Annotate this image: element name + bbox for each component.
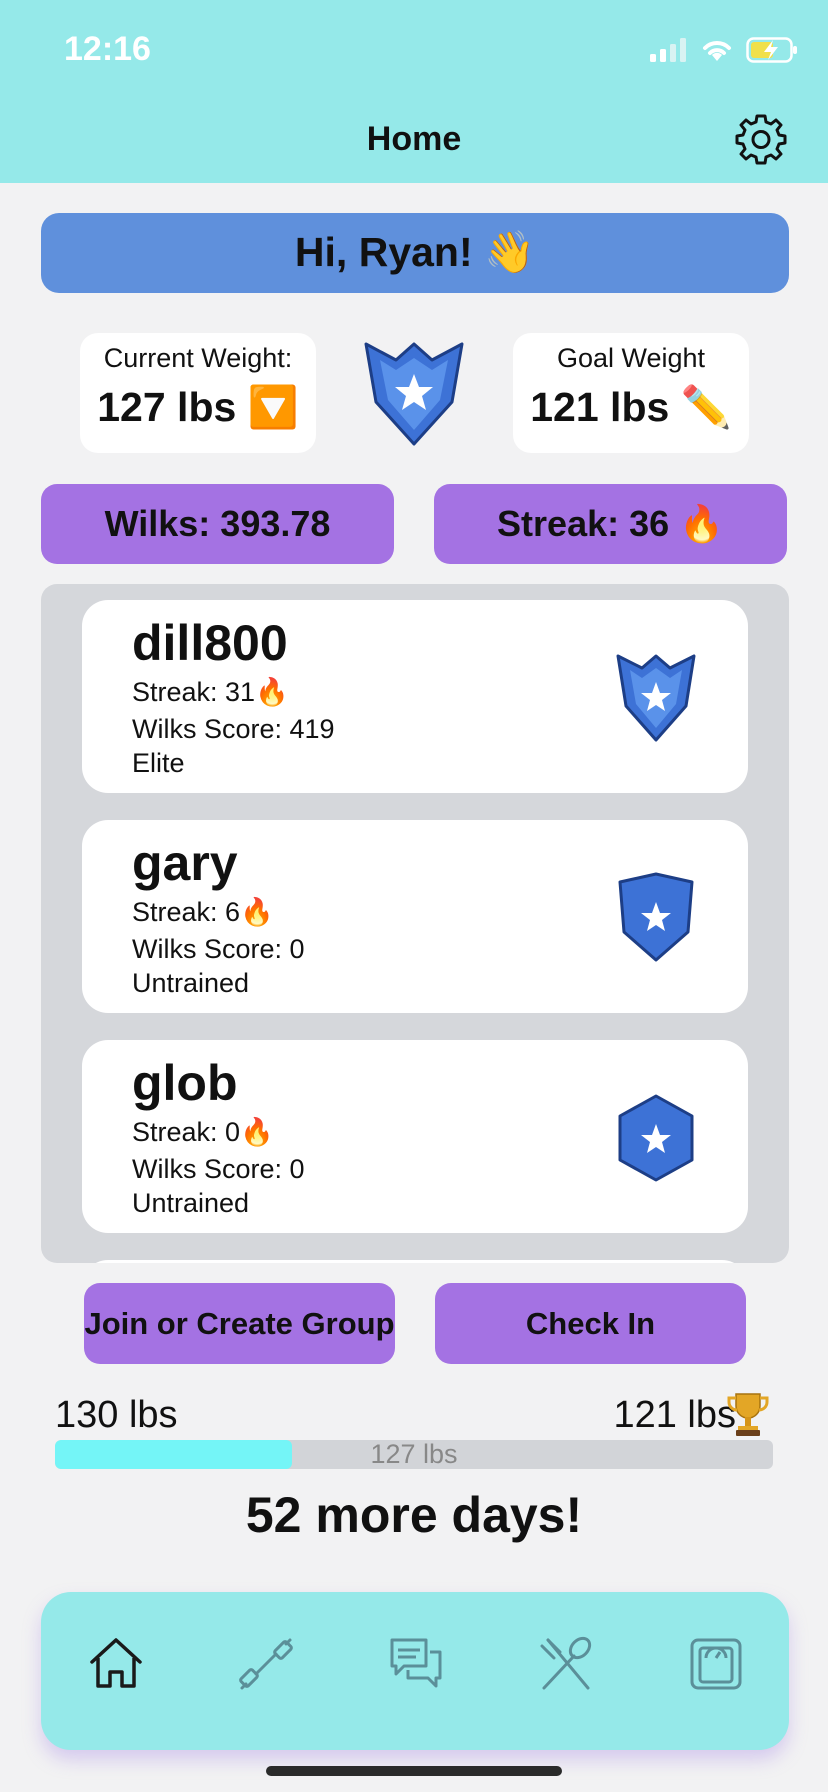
- hexagon-star-icon: [618, 1094, 694, 1182]
- elite-shield-icon: [616, 654, 696, 742]
- wilks-pill: Wilks: 393.78: [41, 484, 394, 564]
- user-wilks: Wilks Score: 419: [132, 714, 335, 744]
- shield-icon: [618, 872, 694, 962]
- progress-start-label: 130 lbs: [55, 1394, 178, 1436]
- user-wilks: Wilks Score: 0: [132, 934, 305, 964]
- home-icon[interactable]: [86, 1634, 146, 1694]
- page-title: Home: [366, 120, 462, 158]
- battery-charging-icon: [746, 37, 797, 63]
- user-rank: Untrained: [132, 968, 250, 998]
- gear-icon[interactable]: [734, 112, 788, 166]
- home-indicator: [266, 1766, 562, 1776]
- scale-icon[interactable]: [686, 1634, 746, 1694]
- leaderboard-card[interactable]: [82, 1260, 748, 1263]
- leaderboard-card[interactable]: dill800 Streak: 31🔥 Wilks Score: 419 Eli…: [82, 600, 748, 793]
- chat-icon[interactable]: [386, 1634, 446, 1694]
- greeting-banner: Hi, Ryan! 👋: [41, 213, 789, 293]
- join-create-group-button[interactable]: Join or Create Group: [84, 1283, 395, 1364]
- days-remaining: 52 more days!: [245, 1487, 583, 1543]
- goal-weight-value: 121 lbs ✏️: [530, 384, 732, 430]
- status-time: 12:16: [64, 30, 151, 68]
- wifi-icon: [703, 41, 731, 61]
- user-rank: Elite: [132, 748, 185, 778]
- user-streak: Streak: 31🔥: [132, 677, 289, 707]
- trophy-icon: [727, 1393, 769, 1436]
- status-icons: [650, 32, 798, 68]
- streak-pill: Streak: 36 🔥: [434, 484, 787, 564]
- weight-progress-bar: 127 lbs: [55, 1440, 773, 1469]
- leaderboard-card[interactable]: gary Streak: 6🔥 Wilks Score: 0 Untrained: [82, 820, 748, 1013]
- user-streak: Streak: 0🔥: [132, 1117, 274, 1147]
- dumbbell-icon[interactable]: [236, 1634, 296, 1694]
- cellular-signal-icon: [650, 38, 686, 62]
- username: gary: [132, 835, 238, 891]
- goal-weight-label: Goal Weight: [556, 343, 706, 373]
- user-rank: Untrained: [132, 1188, 250, 1218]
- current-weight-label: Current Weight:: [103, 343, 293, 373]
- leaderboard[interactable]: dill800 Streak: 31🔥 Wilks Score: 419 Eli…: [41, 584, 789, 1263]
- username: glob: [132, 1055, 238, 1111]
- check-in-button[interactable]: Check In: [435, 1283, 746, 1364]
- progress-current-label: 127 lbs: [370, 1440, 458, 1469]
- username: dill800: [132, 615, 288, 671]
- goal-weight-card[interactable]: Goal Weight 121 lbs ✏️: [513, 333, 749, 453]
- user-streak: Streak: 6🔥: [132, 897, 274, 927]
- header: 12:16 Home: [0, 0, 828, 183]
- tab-bar: [41, 1592, 789, 1750]
- elite-shield-icon: [364, 342, 464, 446]
- current-weight-value: 127 lbs 🔽: [97, 384, 299, 430]
- progress-goal-label: 121 lbs: [613, 1394, 736, 1436]
- current-weight-card[interactable]: Current Weight: 127 lbs 🔽: [80, 333, 316, 453]
- fork-spoon-icon[interactable]: [536, 1634, 596, 1694]
- user-wilks: Wilks Score: 0: [132, 1154, 305, 1184]
- leaderboard-card[interactable]: glob Streak: 0🔥 Wilks Score: 0 Untrained: [82, 1040, 748, 1233]
